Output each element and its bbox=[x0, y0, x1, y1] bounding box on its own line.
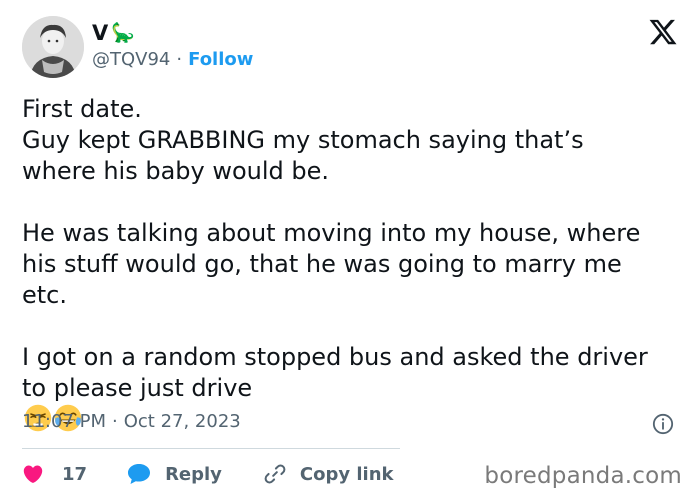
tweet-actions: 17 Reply Copy link bbox=[22, 460, 394, 488]
tweet-paragraph-text: I got on a random stopped bus and asked … bbox=[22, 343, 648, 402]
x-logo-icon[interactable] bbox=[648, 17, 678, 47]
avatar-portrait-icon bbox=[22, 16, 84, 78]
author-name-text: V bbox=[92, 21, 109, 45]
tweet-paragraph: First date. Guy kept GRABBING my stomach… bbox=[22, 95, 584, 185]
dinosaur-emoji-icon: 🦕 bbox=[111, 22, 135, 44]
likes-count: 17 bbox=[62, 463, 88, 485]
tweet-timestamp[interactable]: 11:07 PM · Oct 27, 2023 bbox=[22, 410, 241, 434]
reply-label: Reply bbox=[165, 463, 222, 485]
reply-button[interactable]: Reply bbox=[127, 463, 222, 485]
author-handle[interactable]: @TQV94 bbox=[92, 48, 170, 72]
copy-link-label: Copy link bbox=[299, 463, 394, 485]
tweet-time: 11:07 PM bbox=[22, 411, 106, 432]
tweet-paragraph: He was talking about moving into my hous… bbox=[22, 219, 641, 309]
tweet-text: First date. Guy kept GRABBING my stomach… bbox=[22, 94, 662, 435]
link-icon bbox=[264, 464, 286, 484]
tweet-date: Oct 27, 2023 bbox=[123, 411, 241, 432]
separator-dot: · bbox=[111, 411, 118, 432]
watermark: boredpanda.com bbox=[484, 463, 682, 489]
heart-icon bbox=[23, 465, 43, 483]
divider bbox=[22, 448, 400, 449]
copy-link-button[interactable]: Copy link bbox=[264, 463, 394, 485]
reply-bubble-icon bbox=[128, 464, 151, 484]
author-handle-row: @TQV94 · Follow bbox=[92, 48, 253, 72]
follow-button[interactable]: Follow bbox=[188, 48, 253, 72]
author-name[interactable]: V 🦕 bbox=[92, 20, 135, 46]
info-icon[interactable] bbox=[652, 413, 674, 435]
avatar[interactable] bbox=[22, 16, 84, 78]
separator-dot: · bbox=[176, 49, 183, 70]
like-button[interactable]: 17 bbox=[22, 463, 87, 485]
